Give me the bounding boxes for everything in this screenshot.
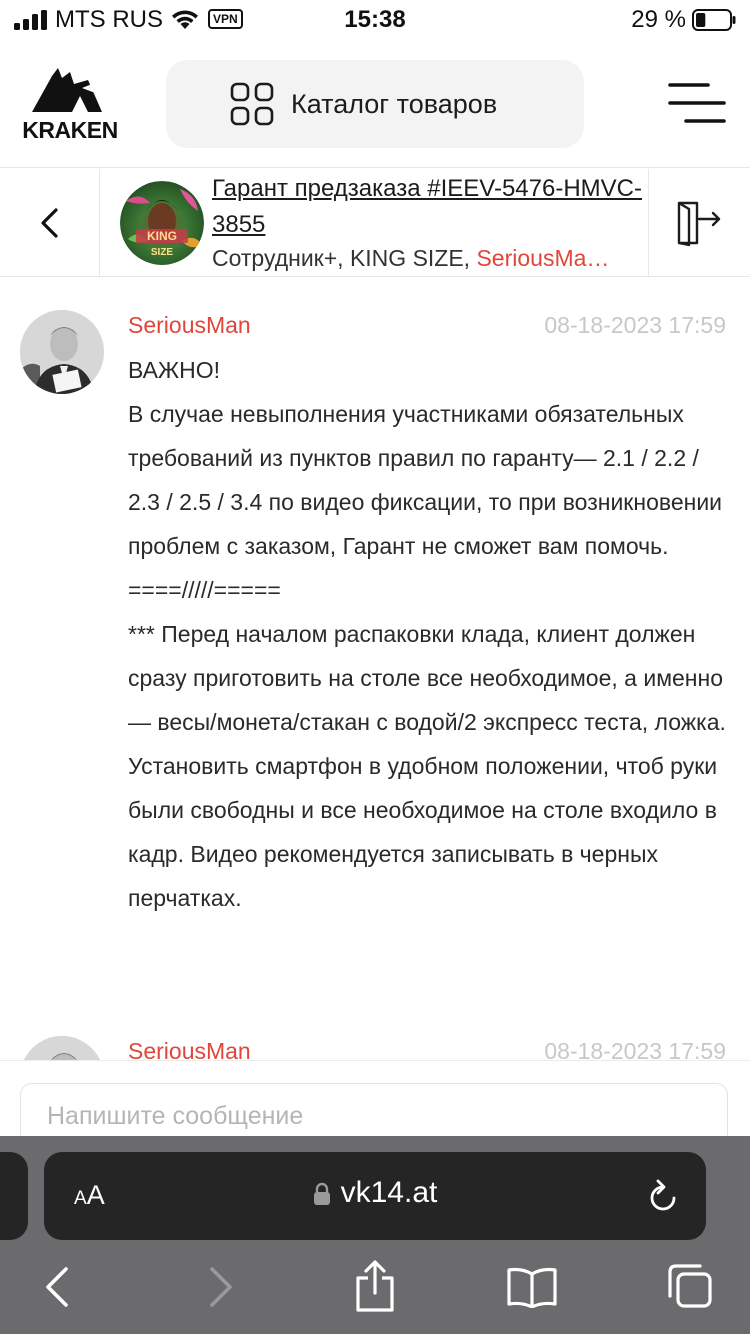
message-input[interactable] bbox=[47, 1102, 687, 1131]
message-author[interactable]: SeriousMan bbox=[128, 312, 251, 339]
status-bar: MTS RUS VPN 15:38 29 % bbox=[0, 0, 750, 44]
message-list[interactable]: SeriousMan 08-18-2023 17:59 ВАЖНО! В слу… bbox=[0, 278, 750, 1060]
browser-back-icon[interactable] bbox=[42, 1266, 74, 1308]
message-timestamp: 08-18-2023 17:59 bbox=[544, 312, 726, 338]
grid-icon bbox=[230, 82, 274, 126]
message-author[interactable]: SeriousMan bbox=[128, 1038, 251, 1060]
svg-text:SIZE: SIZE bbox=[151, 247, 174, 258]
site-header: KRAKEN Каталог товаров bbox=[0, 44, 750, 168]
composer-area bbox=[0, 1060, 750, 1153]
members-highlight: SeriousMa… bbox=[476, 245, 610, 271]
message-timestamp: 08-18-2023 17:59 bbox=[544, 1038, 726, 1060]
back-button[interactable] bbox=[0, 169, 100, 277]
lock-icon bbox=[313, 1182, 330, 1206]
battery-percentage: 29 % bbox=[631, 6, 686, 33]
chat-header: KING SIZE Гарант предзаказа #IEEV-5476-H… bbox=[0, 169, 750, 277]
kraken-logo[interactable]: KRAKEN bbox=[18, 66, 122, 144]
previous-tab-preview[interactable] bbox=[0, 1152, 28, 1240]
message-text: ВАЖНО! В случае невыполнения участниками… bbox=[128, 357, 726, 911]
user-avatar-photo bbox=[20, 1036, 104, 1060]
exit-icon bbox=[677, 201, 721, 247]
url-text: vk14.at bbox=[340, 1176, 438, 1209]
members-list: Сотрудник+, KING SIZE, bbox=[212, 245, 477, 271]
url-display[interactable]: vk14.at bbox=[44, 1176, 706, 1210]
reload-icon[interactable] bbox=[646, 1178, 680, 1214]
user-avatar-photo bbox=[20, 310, 104, 394]
tabs-icon[interactable] bbox=[666, 1262, 714, 1310]
avatar[interactable] bbox=[20, 1036, 104, 1060]
bookmarks-icon[interactable] bbox=[506, 1266, 558, 1308]
browser-forward-icon[interactable] bbox=[204, 1266, 236, 1308]
svg-text:KING: KING bbox=[147, 229, 177, 243]
chat-members: Сотрудник+, KING SIZE, SeriousMa… bbox=[212, 245, 632, 272]
share-icon[interactable] bbox=[354, 1260, 396, 1312]
kraken-logo-icon bbox=[32, 68, 102, 112]
battery-icon bbox=[692, 9, 736, 31]
address-bar[interactable]: AA vk14.at bbox=[44, 1152, 706, 1240]
king-size-avatar-image: KING SIZE bbox=[120, 181, 204, 265]
catalog-button[interactable]: Каталог товаров bbox=[166, 60, 584, 148]
browser-toolbar: AA vk14.at bbox=[0, 1136, 750, 1334]
leave-chat-button[interactable] bbox=[648, 169, 750, 277]
chevron-left-icon bbox=[41, 208, 58, 238]
logo-text: KRAKEN bbox=[22, 117, 118, 143]
hamburger-menu-icon[interactable] bbox=[668, 82, 726, 128]
avatar[interactable] bbox=[20, 310, 104, 394]
chat-avatar: KING SIZE bbox=[120, 181, 204, 265]
chat-title-link[interactable]: Гарант предзаказа #IEEV-5476-HMVC-3855 bbox=[212, 171, 642, 243]
catalog-label: Каталог товаров bbox=[291, 88, 498, 119]
